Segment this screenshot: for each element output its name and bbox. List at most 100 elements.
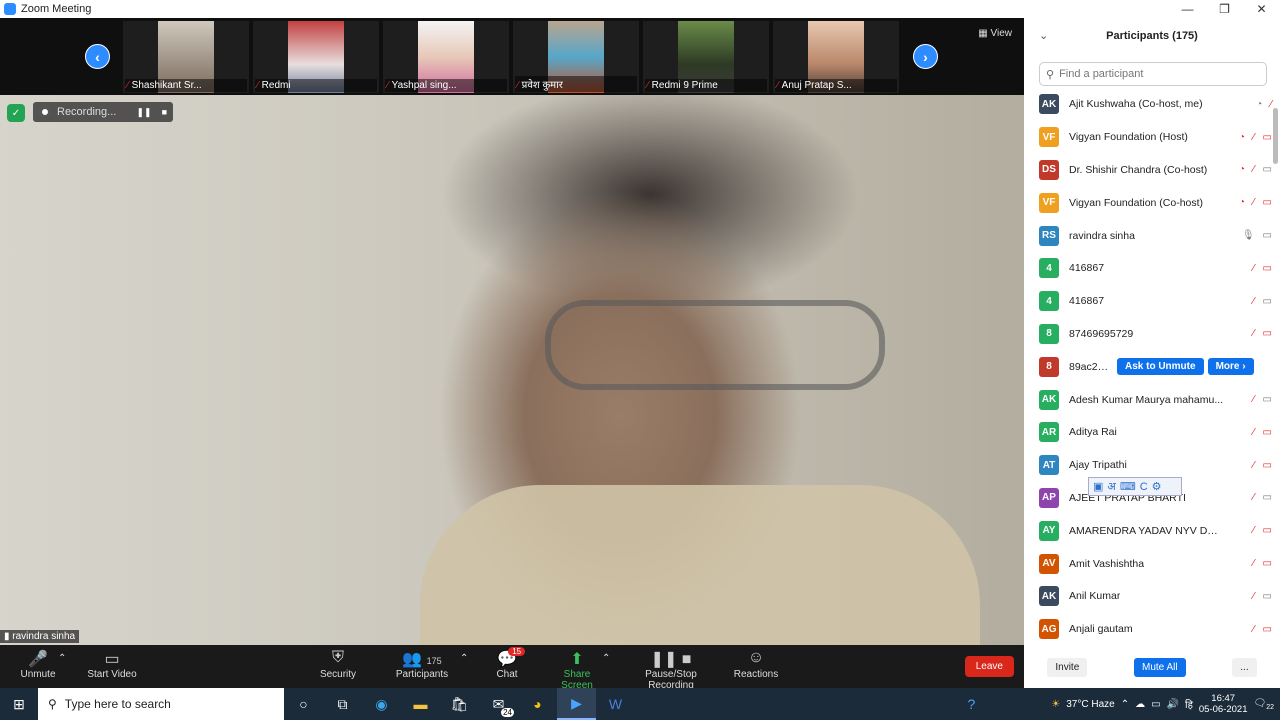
video-thumbnail[interactable]: ⁄ Redmi [253,21,379,93]
speaker-icon[interactable]: 🔊 [1167,699,1179,710]
cortana-icon[interactable]: ○ [284,688,323,720]
video-thumbnail[interactable]: ⁄ प्रवेश कुमार [513,21,639,93]
tray-overflow-chevron-icon[interactable]: ⌃ [1121,699,1129,710]
people-icon: 👥 175 [402,651,442,668]
c-icon: C [1139,480,1148,493]
participant-name: Anjali gautam [1069,623,1133,636]
participant-row[interactable]: 8 87469695729 ⁄ ▭ [1024,318,1274,351]
search-icon: ⚲ [48,697,57,711]
pause-stop-recording-button[interactable]: ❚❚ ■ Pause/Stop Recording [622,649,720,691]
weather-text[interactable]: 37°C Haze [1066,699,1114,710]
mute-all-button[interactable]: Mute All [1133,657,1186,677]
close-button[interactable]: ✕ [1243,0,1280,18]
invite-button[interactable]: Invite [1047,657,1088,677]
muted-status-icon: ◔ [1238,131,1245,143]
participant-status-icons: ⁄ ▭ [1253,591,1272,602]
avatar: VF [1039,192,1059,213]
participant-name: Adesh Kumar Maurya mahamu... [1069,393,1224,406]
word-icon[interactable]: W [596,688,635,720]
gallery-next-button[interactable]: › [913,44,938,69]
reactions-button[interactable]: ☺ Reactions [733,649,779,680]
taskbar-search-box[interactable]: ⚲ Type here to search [38,688,284,720]
clock[interactable]: 16:47 05-06-2021 [1199,693,1248,715]
status-icon: ▭ [1262,230,1272,242]
share-options-chevron-icon[interactable]: ⌃ [602,653,610,664]
participant-row[interactable]: RS ravindra sinha 🎙 ▭ [1024,219,1274,252]
system-tray: ? ☀ 37°C Haze ⌃ ☁ ▭ 🔊 हि 16:47 05-06-2021… [967,688,1280,720]
notification-icon[interactable]: 🗨22 [1254,698,1275,711]
participant-name: 89ac2c... [1069,360,1111,373]
stop-recording-icon[interactable]: ■ [162,107,167,118]
participant-search-input[interactable]: ⚲ Find a participant [1039,62,1267,86]
more-button[interactable]: More › [1207,358,1254,376]
participant-row[interactable]: AR Aditya Rai ⁄ ▭ [1024,416,1274,449]
participant-row[interactable]: AK Ajit Kushwaha (Co-host, me) ◔ ⁄ [1024,88,1274,121]
start-video-button[interactable]: ▭ Start Video [84,649,140,680]
store-icon[interactable]: 🛍 [440,688,479,720]
video-thumbnail[interactable]: ⁄ Yashpal sing... [383,21,509,93]
participant-row[interactable]: AV Amit Vashishtha ⁄ ▭ [1024,547,1274,580]
muted-status-icon: ⁄ [1252,131,1255,143]
avatar: AG [1039,619,1059,640]
participant-status-icons: ◔ ⁄ ▭ [1239,197,1272,208]
security-shield-icon[interactable]: ✓ [7,104,25,122]
muted-status-icon: ▭ [1262,525,1272,537]
security-button[interactable]: ⛨ Security [316,649,360,680]
edge-browser-icon[interactable]: ◉ [362,688,401,720]
panel-scrollbar[interactable] [1273,108,1278,164]
hindi-letter-icon: अ [1107,481,1116,493]
minimize-button[interactable]: — [1169,0,1206,18]
participant-row[interactable]: 4 416867 ⁄ ▭ [1024,252,1274,285]
participant-row[interactable]: 4 416867 ⁄ ▭ [1024,285,1274,318]
chat-button[interactable]: 💬 Chat 15 [492,647,526,680]
windows-start-icon[interactable]: ⊞ [0,696,38,713]
input-language[interactable]: हि [1185,697,1193,711]
more-options-button[interactable]: ... [1232,657,1257,677]
file-explorer-icon[interactable]: ▬ [401,688,440,720]
video-thumbnail[interactable]: ⁄ Redmi 9 Prime [643,21,769,93]
participant-row[interactable]: AY AMARENDRA YADAV NYV DEO... ⁄ ▭ [1024,514,1274,547]
participant-row[interactable]: DS Dr. Shishir Chandra (Co-host) ◔ ⁄ ▭ [1024,154,1274,187]
participants-button[interactable]: 👥 175 Participants [394,649,450,680]
video-thumbnail[interactable]: ⁄ Shashikant Sr... [123,21,249,93]
input-method-toolbar[interactable]: ▣ अ ⌨ C ⚙ [1088,477,1182,496]
participant-status-icons: ⁄ ▭ [1253,394,1272,405]
search-icon: ⚲ [1046,68,1055,81]
view-button[interactable]: ▦ View [978,28,1012,39]
participant-status-icons: ⁄ ▭ [1253,296,1272,307]
participant-row[interactable]: AG Anjali gautam ⁄ ▭ [1024,613,1274,646]
video-thumbnail[interactable]: ⁄ Anuj Pratap S... [773,21,899,93]
help-icon[interactable]: ? [967,696,975,712]
audio-options-chevron-icon[interactable]: ⌃ [58,653,66,664]
participant-row[interactable]: AK Adesh Kumar Maurya mahamu... ⁄ ▭ [1024,383,1274,416]
muted-mic-icon: 🎤 [28,651,48,668]
participant-row[interactable]: 8 89ac2c... Ask to Unmute More › [1024,350,1274,383]
video-area: ‹ ⁄ Shashikant Sr... ⁄ Redmi ⁄ Yashpal sing… [0,18,1024,645]
muted-status-icon: ⁄ [1252,492,1255,504]
network-icon[interactable]: ▭ [1151,699,1160,710]
muted-status-icon: ⁄ [1252,459,1255,471]
chrome-icon[interactable]: ◕ [518,688,557,720]
participants-options-chevron-icon[interactable]: ⌃ [460,653,468,664]
participant-row[interactable]: VF Vigyan Foundation (Co-host) ◔ ⁄ ▭ [1024,186,1274,219]
participant-name: AMARENDRA YADAV NYV DEO... [1069,524,1224,537]
status-icon: ▭ [1262,394,1272,406]
unmute-button[interactable]: 🎤 Unmute [18,649,58,680]
leave-button[interactable]: Leave [964,656,1014,677]
mail-icon[interactable]: ✉ 24 [479,688,518,720]
onedrive-icon[interactable]: ☁ [1135,699,1145,710]
zoom-app-icon[interactable]: ▶ [557,688,596,720]
gallery-prev-button[interactable]: ‹ [85,44,110,69]
collapse-chevron-icon[interactable]: ⌄ [1039,18,1048,54]
muted-status-icon: ⁄ [1252,426,1255,438]
maximize-button[interactable]: ❐ [1206,0,1243,18]
participant-row[interactable]: AK Anil Kumar ⁄ ▭ [1024,580,1274,613]
pause-recording-icon[interactable]: ❚❚ [136,107,151,118]
task-view-icon[interactable]: ⧉ [323,688,362,720]
gallery-strip: ‹ ⁄ Shashikant Sr... ⁄ Redmi ⁄ Yashpal sing… [0,18,1024,95]
ask-to-unmute-button[interactable]: Ask to Unmute [1117,358,1204,376]
share-screen-button[interactable]: ⬆ Share Screen [547,649,607,691]
participant-list: AK Ajit Kushwaha (Co-host, me) ◔ ⁄ VF Vigyan … [1024,88,1274,648]
meeting-toolbar: 🎤 Unmute ⌃ ▭ Start Video ⛨ Security 👥 175 Pa… [0,645,1024,691]
participant-row[interactable]: VF Vigyan Foundation (Host) ◔ ⁄ ▭ [1024,121,1274,154]
